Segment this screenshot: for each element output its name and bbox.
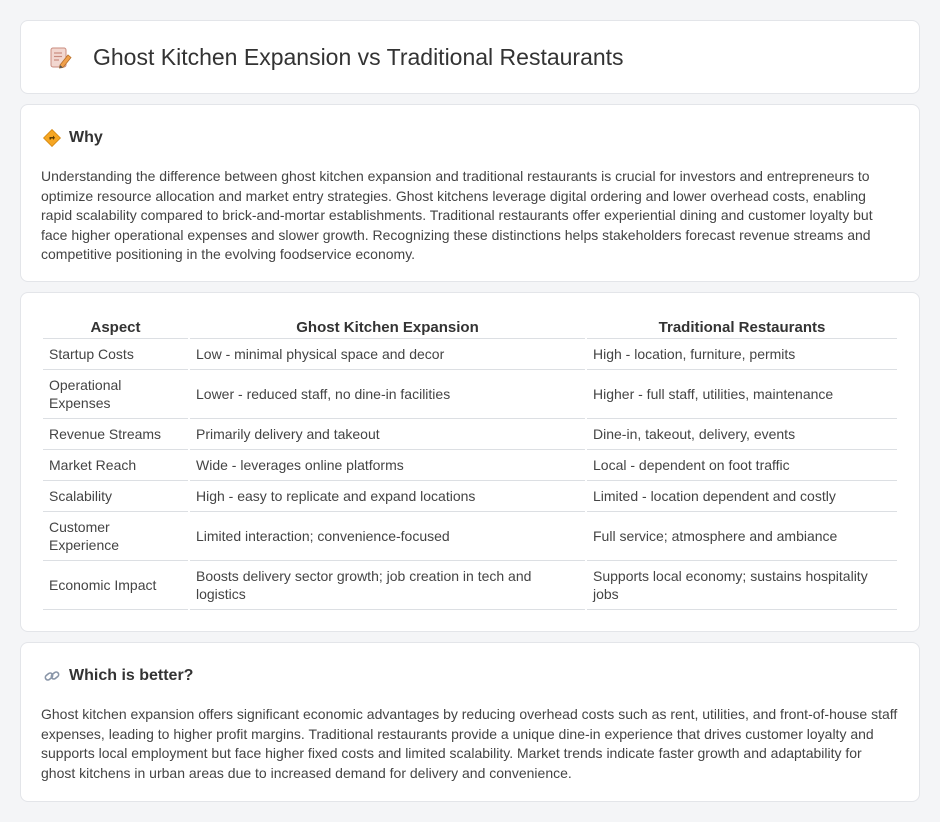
cell-traditional: Limited - location dependent and costly <box>587 481 897 512</box>
table-row: Scalability High - easy to replicate and… <box>43 481 897 512</box>
cell-aspect: Operational Expenses <box>43 370 188 419</box>
why-text: Understanding the difference between gho… <box>41 168 873 262</box>
better-title: Which is better? <box>69 667 194 684</box>
title-card: Ghost Kitchen Expansion vs Traditional R… <box>20 20 920 94</box>
table-header-row: Aspect Ghost Kitchen Expansion Tradition… <box>43 315 897 339</box>
cell-ghost: Boosts delivery sector growth; job creat… <box>190 561 585 610</box>
better-text: Ghost kitchen expansion offers significa… <box>41 706 898 781</box>
table-row: Market Reach Wide - leverages online pla… <box>43 450 897 481</box>
page-title: Ghost Kitchen Expansion vs Traditional R… <box>93 43 624 70</box>
table-row: Startup Costs Low - minimal physical spa… <box>43 339 897 370</box>
header-traditional: Traditional Restaurants <box>587 315 897 339</box>
cell-ghost: Lower - reduced staff, no dine-in facili… <box>190 370 585 419</box>
cell-aspect: Market Reach <box>43 450 188 481</box>
cell-ghost: Low - minimal physical space and decor <box>190 339 585 370</box>
header-aspect: Aspect <box>43 315 188 339</box>
table-row: Operational Expenses Lower - reduced sta… <box>43 370 897 419</box>
table-row: Economic Impact Boosts delivery sector g… <box>43 561 897 610</box>
cell-traditional: Full service; atmosphere and ambiance <box>587 512 897 561</box>
link-icon <box>44 671 60 681</box>
why-title: Why <box>69 129 103 146</box>
cell-traditional: Supports local economy; sustains hospita… <box>587 561 897 610</box>
better-section: Which is better? Ghost kitchen expansion… <box>20 642 920 802</box>
title-row: Ghost Kitchen Expansion vs Traditional R… <box>21 21 919 93</box>
better-header: Which is better? <box>21 643 919 687</box>
cell-ghost: Limited interaction; convenience-focused <box>190 512 585 561</box>
cell-aspect: Economic Impact <box>43 561 188 610</box>
why-header: Why <box>21 105 919 149</box>
cell-aspect: Revenue Streams <box>43 419 188 450</box>
diamond-direction-icon <box>43 129 61 147</box>
comparison-table: Aspect Ghost Kitchen Expansion Tradition… <box>41 315 899 610</box>
table-row: Revenue Streams Primarily delivery and t… <box>43 419 897 450</box>
cell-traditional: Local - dependent on foot traffic <box>587 450 897 481</box>
cell-traditional: High - location, furniture, permits <box>587 339 897 370</box>
cell-aspect: Startup Costs <box>43 339 188 370</box>
cell-ghost: High - easy to replicate and expand loca… <box>190 481 585 512</box>
cell-ghost: Wide - leverages online platforms <box>190 450 585 481</box>
cell-traditional: Dine-in, takeout, delivery, events <box>587 419 897 450</box>
comparison-card: Aspect Ghost Kitchen Expansion Tradition… <box>20 292 920 632</box>
why-section: Why Understanding the difference between… <box>20 104 920 282</box>
header-ghost-kitchen: Ghost Kitchen Expansion <box>190 315 585 339</box>
cell-aspect: Scalability <box>43 481 188 512</box>
notepad-pencil-icon <box>50 47 72 69</box>
table-row: Customer Experience Limited interaction;… <box>43 512 897 561</box>
cell-ghost: Primarily delivery and takeout <box>190 419 585 450</box>
cell-aspect: Customer Experience <box>43 512 188 561</box>
cell-traditional: Higher - full staff, utilities, maintena… <box>587 370 897 419</box>
